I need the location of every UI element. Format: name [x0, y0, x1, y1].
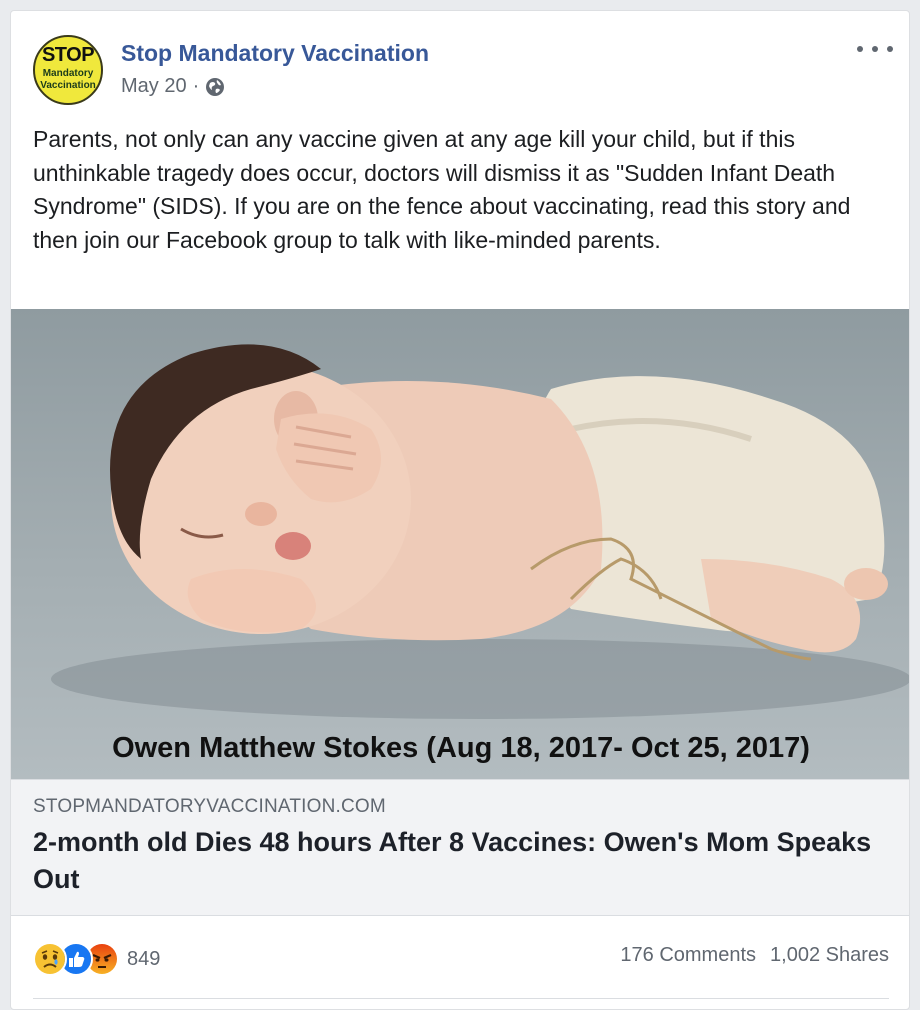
post-text: Parents, not only can any vaccine given …: [33, 126, 851, 253]
post-footer: 849 176 Comments 1,002 Shares: [11, 916, 909, 1009]
meta-separator: ·: [192, 75, 200, 97]
divider: [33, 998, 889, 999]
engagement-stats: 176 Comments 1,002 Shares: [620, 944, 889, 967]
avatar-line-mandatory: Mandatory: [42, 68, 94, 79]
post-meta: May 20 ·: [121, 75, 225, 98]
link-preview[interactable]: STOPMANDATORYVACCINATION.COM 2-month old…: [11, 779, 909, 916]
post-card: STOP Mandatory Vaccination Stop Mandator…: [10, 10, 910, 1010]
post-image[interactable]: Owen Matthew Stokes (Aug 18, 2017- Oct 2…: [11, 309, 909, 779]
avatar-line-vaccination: Vaccination: [40, 80, 96, 91]
link-headline[interactable]: 2-month old Dies 48 hours After 8 Vaccin…: [33, 824, 883, 898]
avatar[interactable]: STOP Mandatory Vaccination: [33, 35, 103, 105]
page-name-link[interactable]: Stop Mandatory Vaccination: [121, 40, 429, 67]
avatar-line-stop: STOP: [41, 44, 95, 66]
post-header: STOP Mandatory Vaccination Stop Mandator…: [11, 11, 909, 121]
link-domain: STOPMANDATORYVACCINATION.COM: [33, 796, 386, 817]
comments-count[interactable]: 176 Comments: [620, 944, 756, 967]
image-caption: Owen Matthew Stokes (Aug 18, 2017- Oct 2…: [112, 732, 810, 764]
post-date[interactable]: May 20: [121, 75, 187, 98]
globe-icon[interactable]: [205, 77, 225, 97]
reaction-count[interactable]: 849: [127, 948, 160, 971]
baby-photo-illustration: [51, 344, 909, 719]
shares-count[interactable]: 1,002 Shares: [770, 944, 889, 967]
more-options-icon[interactable]: [857, 39, 893, 59]
reactions-summary[interactable]: 849: [33, 942, 160, 976]
sad-reaction-icon: [33, 942, 67, 976]
